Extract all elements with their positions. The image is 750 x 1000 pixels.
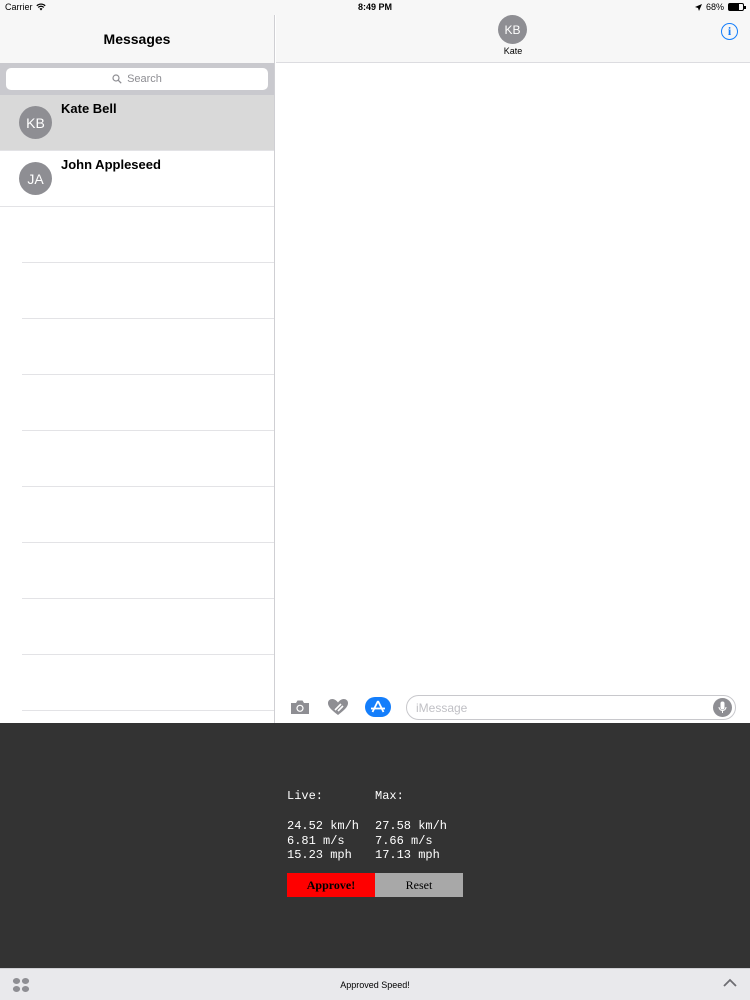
empty-row xyxy=(22,543,274,599)
contact-avatar[interactable]: KB xyxy=(498,15,527,44)
reset-button[interactable]: Reset xyxy=(375,873,463,897)
chat-header: KB Kate i xyxy=(276,15,750,63)
empty-row xyxy=(22,655,274,711)
max-mph: 17.13 mph xyxy=(375,848,440,862)
empty-row xyxy=(22,263,274,319)
empty-row xyxy=(22,487,274,543)
action-buttons: Approve! Reset xyxy=(287,873,463,897)
max-label: Max: xyxy=(375,789,404,803)
empty-row xyxy=(22,207,274,263)
imessage-input[interactable]: iMessage xyxy=(406,695,736,720)
imessage-placeholder: iMessage xyxy=(416,700,468,715)
contact-name[interactable]: Kate xyxy=(276,46,750,56)
app-drawer-bar: Approved Speed! xyxy=(0,968,750,1000)
conversation-name: John Appleseed xyxy=(61,157,161,172)
battery-fill xyxy=(729,4,739,10)
battery-icon xyxy=(728,3,746,11)
empty-row xyxy=(22,375,274,431)
status-right: 68% xyxy=(694,2,746,12)
conversation-item-kate-bell[interactable]: KB Kate Bell xyxy=(0,95,274,151)
live-kmh: 24.52 km/h xyxy=(287,819,360,833)
max-ms: 7.66 m/s xyxy=(375,833,433,848)
avatar: JA xyxy=(19,162,52,195)
avatar: KB xyxy=(19,106,52,139)
message-input-bar: iMessage xyxy=(276,691,750,723)
conversation-name: Kate Bell xyxy=(61,101,117,116)
sidebar-title: Messages xyxy=(0,15,274,63)
chevron-up-icon[interactable] xyxy=(722,977,738,989)
app-store-icon[interactable] xyxy=(365,697,391,717)
camera-icon[interactable] xyxy=(288,697,312,717)
live-label: Live: xyxy=(287,789,324,803)
digital-touch-heart-icon[interactable] xyxy=(326,697,350,717)
live-mph: 15.23 mph xyxy=(287,848,352,862)
info-icon[interactable]: i xyxy=(721,23,738,40)
search-input[interactable]: Search xyxy=(6,68,268,90)
conversation-sidebar: Messages Search KB Kate Bell JA John App… xyxy=(0,15,275,723)
search-container: Search xyxy=(0,63,274,95)
conversation-list: KB Kate Bell JA John Appleseed xyxy=(0,95,274,711)
empty-row xyxy=(22,599,274,655)
location-arrow-icon xyxy=(694,3,702,11)
chat-pane: KB Kate i iMessage xyxy=(276,15,750,723)
microphone-icon[interactable] xyxy=(713,698,732,717)
approve-button[interactable]: Approve! xyxy=(287,873,375,897)
live-column: Live: 24.52 km/h 6.81 m/s 15.23 mph xyxy=(287,789,359,863)
imessage-extension-panel: Live: 24.52 km/h 6.81 m/s 15.23 mph Max:… xyxy=(0,723,750,968)
search-placeholder: Search xyxy=(127,73,162,85)
conversation-item-john-appleseed[interactable]: JA John Appleseed xyxy=(0,151,274,207)
max-column: Max: 27.58 km/h 7.66 m/s 17.13 mph xyxy=(375,789,447,863)
battery-percent: 68% xyxy=(705,2,724,12)
live-ms: 6.81 m/s xyxy=(287,833,345,848)
status-time: 8:49 PM xyxy=(357,2,392,12)
empty-row xyxy=(22,431,274,487)
status-bar: Carrier 8:49 PM 68% xyxy=(0,0,750,15)
max-kmh: 27.58 km/h xyxy=(375,819,448,833)
search-icon xyxy=(112,74,122,84)
extension-title: Approved Speed! xyxy=(340,980,410,990)
empty-row xyxy=(22,319,274,375)
